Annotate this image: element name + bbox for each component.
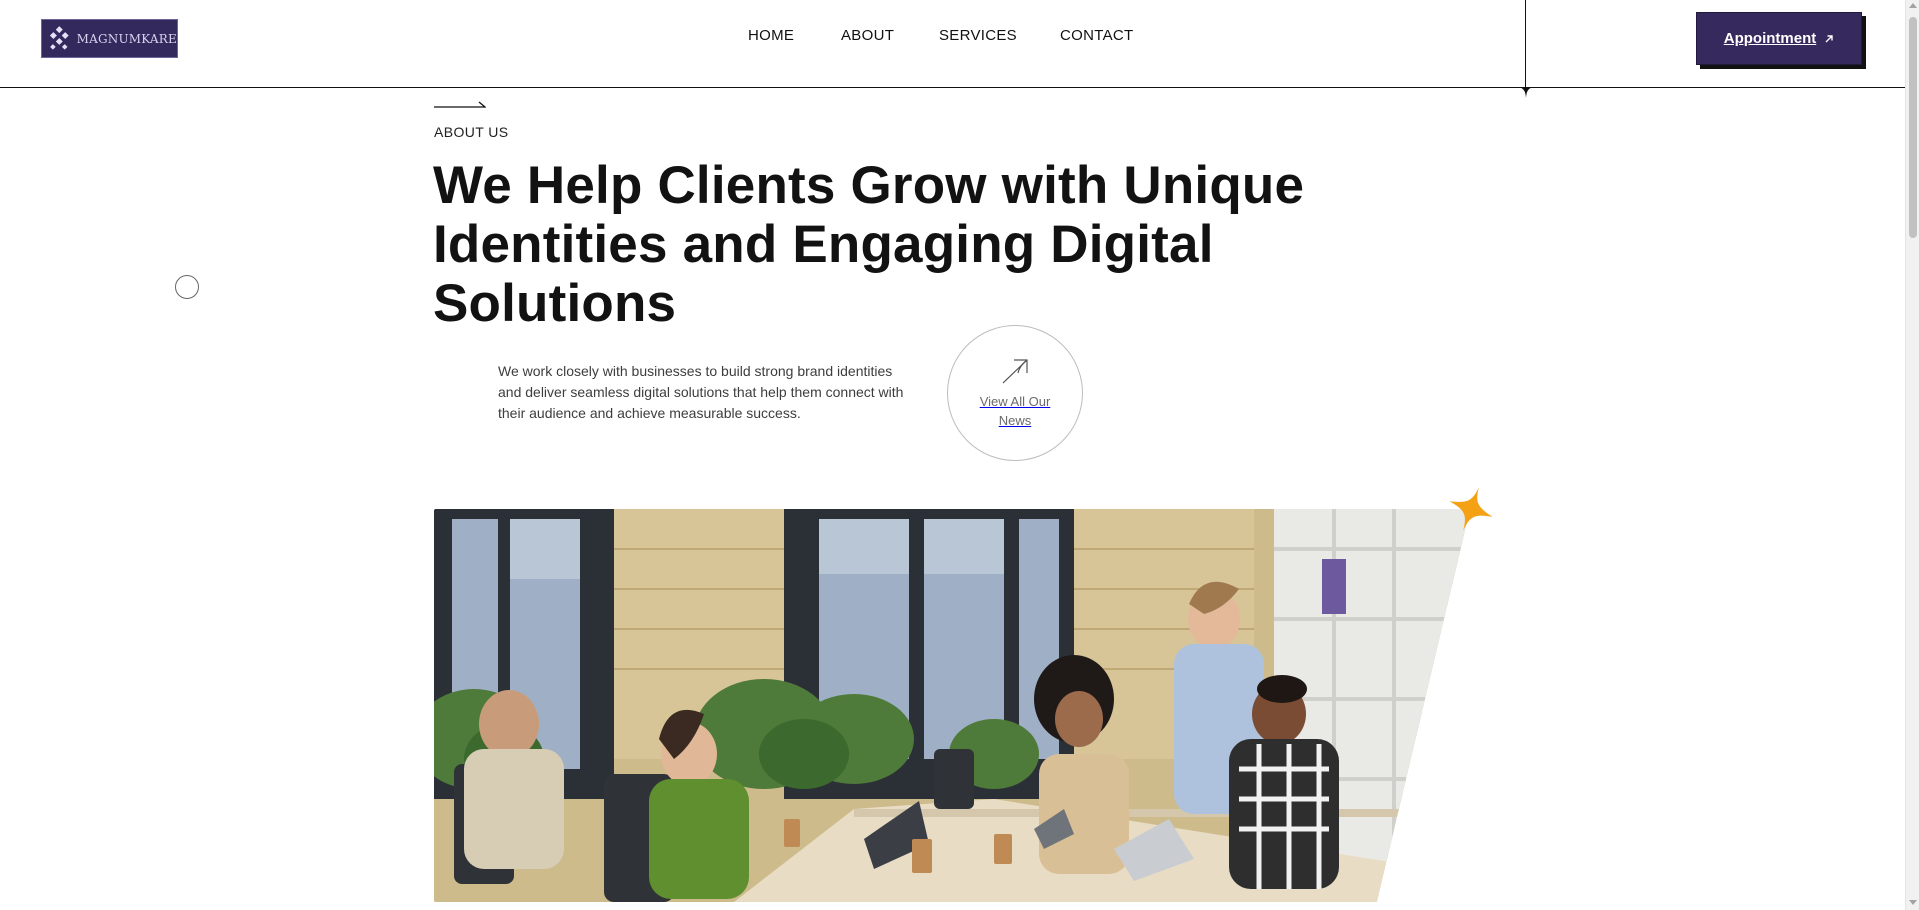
scrollbar-thumb[interactable] <box>1909 17 1917 238</box>
nav-home[interactable]: HOME <box>748 24 841 48</box>
logo-text: MAGNUMKARE <box>76 31 177 46</box>
appointment-button[interactable]: Appointment <box>1696 12 1862 65</box>
section-heading: We Help Clients Grow with Unique Identit… <box>433 156 1453 333</box>
logo[interactable]: MAGNUMKARE <box>41 19 178 58</box>
scroll-down-arrow-icon[interactable] <box>1909 900 1917 905</box>
section-eyebrow: ABOUT US <box>434 124 509 140</box>
view-all-news-button[interactable]: View All Our News <box>947 325 1083 461</box>
page: MAGNUMKARE HOME ABOUT SERVICES CONTACT A… <box>0 0 1905 910</box>
site-header: MAGNUMKARE HOME ABOUT SERVICES CONTACT A… <box>0 0 1905 88</box>
arrow-right-icon <box>434 101 486 108</box>
nav-services[interactable]: SERVICES <box>939 24 1060 48</box>
team-meeting-photo <box>434 509 1470 902</box>
section-description: We work closely with businesses to build… <box>498 363 904 421</box>
heading-line-2: Identities and Engaging Digital Solution… <box>433 215 1214 333</box>
scroll-up-arrow-icon[interactable] <box>1909 3 1917 8</box>
main-nav: HOME ABOUT SERVICES CONTACT <box>748 24 1140 48</box>
star-accent-icon <box>1449 487 1493 531</box>
nav-about[interactable]: ABOUT <box>841 24 939 48</box>
decorative-vertical-line <box>1525 0 1526 88</box>
nav-contact[interactable]: CONTACT <box>1060 24 1140 48</box>
logo-mark-icon <box>49 25 69 50</box>
heading-line-1: We Help Clients Grow with Unique <box>433 156 1305 215</box>
view-all-news-label: View All Our News <box>979 394 1051 428</box>
arrow-up-right-icon <box>1825 34 1833 42</box>
arrow-up-right-icon <box>1002 359 1028 384</box>
cursor-circle <box>175 275 199 299</box>
appointment-label: Appointment <box>1723 30 1817 47</box>
vertical-scrollbar[interactable] <box>1905 0 1919 910</box>
